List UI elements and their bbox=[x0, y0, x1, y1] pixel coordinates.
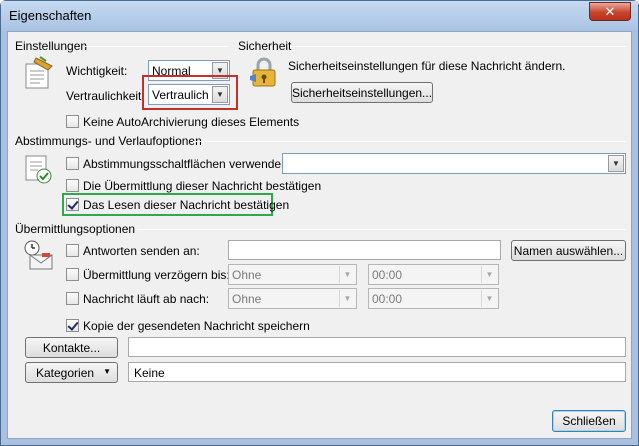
security-heading: Sicherheit bbox=[238, 39, 292, 53]
no-autoarchive-label: Keine AutoArchivierung dieses Elements bbox=[83, 115, 300, 129]
close-icon: ✕ bbox=[604, 3, 616, 19]
delay-date-select[interactable]: Ohne ▼ bbox=[228, 264, 357, 285]
voting-tracking-heading: Abstimmungs- und Verlaufoptionen bbox=[15, 134, 202, 148]
reply-to-checkbox[interactable] bbox=[66, 244, 79, 257]
expire-checkbox[interactable] bbox=[66, 292, 79, 305]
chevron-down-icon: ▼ bbox=[339, 290, 355, 307]
close-button[interactable]: Schließen bbox=[552, 410, 626, 432]
title-bar[interactable]: Eigenschaften ✕ bbox=[1, 1, 638, 31]
chevron-down-icon: ▼ bbox=[212, 86, 228, 103]
expire-time-select[interactable]: 00:00 ▼ bbox=[368, 288, 499, 309]
select-names-button[interactable]: Namen auswählen... bbox=[511, 240, 626, 261]
close-window-button[interactable]: ✕ bbox=[589, 2, 631, 21]
delay-time-select[interactable]: 00:00 ▼ bbox=[368, 264, 499, 285]
security-settings-button[interactable]: Sicherheitseinstellungen... bbox=[291, 82, 433, 103]
security-separator bbox=[290, 46, 626, 47]
settings-heading: Einstellungen bbox=[15, 39, 88, 53]
read-receipt-label: Das Lesen dieser Nachricht bestätigen bbox=[83, 198, 290, 212]
reply-to-label: Antworten senden an: bbox=[83, 244, 200, 258]
window-title: Eigenschaften bbox=[9, 8, 92, 23]
delay-delivery-checkbox[interactable] bbox=[66, 268, 79, 281]
voting-buttons-select[interactable]: ▼ bbox=[282, 153, 626, 174]
voting-tracking-icon bbox=[25, 155, 52, 184]
save-copy-label: Kopie der gesendeten Nachricht speichern bbox=[83, 319, 310, 333]
chevron-down-icon: ▼ bbox=[339, 266, 355, 283]
chevron-down-icon: ▼ bbox=[608, 155, 624, 172]
expire-time-value: 00:00 bbox=[372, 292, 403, 306]
delivery-receipt-label: Die Übermittlung dieser Nachricht bestät… bbox=[83, 179, 322, 193]
dialog-body: Einstellungen Wichtigkeit: Normal ▼ Vert… bbox=[7, 31, 632, 439]
message-settings-icon bbox=[25, 56, 53, 89]
voting-buttons-checkbox[interactable] bbox=[66, 157, 79, 170]
reply-to-input[interactable] bbox=[228, 240, 501, 260]
categories-button[interactable]: Kategorien ▼ bbox=[25, 362, 118, 383]
chevron-down-icon: ▼ bbox=[103, 367, 111, 376]
voting-buttons-label: Abstimmungsschaltflächen verwenden: bbox=[83, 157, 292, 171]
contacts-input[interactable] bbox=[128, 337, 626, 357]
chevron-down-icon: ▼ bbox=[481, 266, 497, 283]
properties-dialog: Eigenschaften ✕ Einstellungen Wichtigkei… bbox=[0, 0, 639, 446]
voting-tracking-separator bbox=[193, 141, 626, 142]
save-copy-checkbox[interactable] bbox=[66, 319, 79, 332]
settings-separator bbox=[85, 46, 228, 47]
delivery-options-separator bbox=[137, 229, 626, 230]
categories-value: Keine bbox=[134, 366, 165, 380]
delay-time-value: 00:00 bbox=[372, 268, 403, 282]
contacts-button[interactable]: Kontakte... bbox=[25, 337, 118, 358]
sensitivity-label: Vertraulichkeit: bbox=[66, 89, 145, 103]
expire-label: Nachricht läuft ab nach: bbox=[83, 292, 210, 306]
read-receipt-checkbox[interactable] bbox=[66, 198, 79, 211]
delivery-options-heading: Übermittlungsoptionen bbox=[15, 222, 136, 236]
security-description: Sicherheitseinstellungen für diese Nachr… bbox=[288, 59, 566, 73]
delivery-receipt-checkbox[interactable] bbox=[66, 179, 79, 192]
categories-input[interactable]: Keine bbox=[128, 362, 626, 382]
expire-date-value: Ohne bbox=[232, 292, 262, 306]
sensitivity-value: Vertraulich bbox=[152, 88, 209, 102]
importance-label: Wichtigkeit: bbox=[66, 64, 128, 78]
sensitivity-select[interactable]: Vertraulich ▼ bbox=[148, 84, 230, 105]
no-autoarchive-checkbox[interactable] bbox=[66, 115, 79, 128]
categories-button-label: Kategorien bbox=[36, 365, 95, 380]
chevron-down-icon: ▼ bbox=[481, 290, 497, 307]
delivery-options-icon bbox=[24, 240, 53, 270]
delay-delivery-label: Übermittlung verzögern bis: bbox=[83, 268, 230, 282]
security-lock-icon bbox=[250, 57, 276, 87]
delay-date-value: Ohne bbox=[232, 268, 262, 282]
expire-date-select[interactable]: Ohne ▼ bbox=[228, 288, 357, 309]
